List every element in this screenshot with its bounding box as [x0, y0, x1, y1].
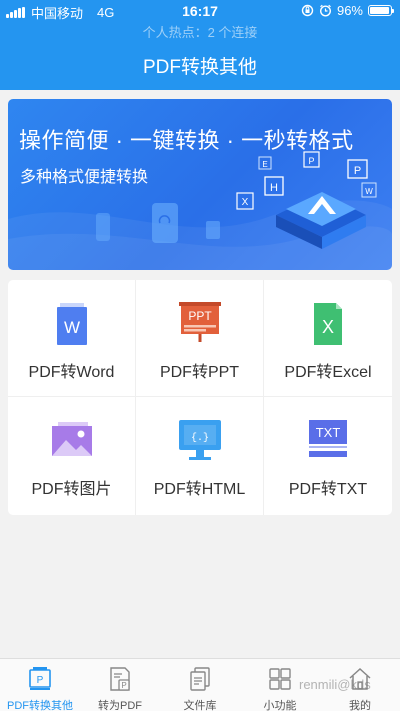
badge-e: E	[258, 156, 272, 170]
tab-label: PDF转换其他	[7, 700, 73, 711]
badge-w-letter: W	[365, 187, 373, 196]
badge-w: W	[361, 182, 377, 198]
tool-pdf-to-excel[interactable]: X PDF转Excel	[264, 280, 392, 397]
app-header: 中国移动 4G 16:17 96% 个人热点：2 个连接 PDF转换其他	[0, 0, 400, 90]
badge-x-letter: X	[242, 197, 249, 208]
battery-icon	[368, 5, 394, 16]
banner-title: 操作简便 · 一键转换 · 一秒转格式	[19, 128, 354, 153]
tool-label: PDF转HTML	[153, 481, 246, 498]
txt-glyph: TXT	[316, 425, 341, 440]
convert-tools-grid: W PDF转Word PPT PDF转PPT X PDF转Excel PDF转图…	[8, 280, 392, 515]
pdf-convert-icon: P	[29, 667, 51, 690]
badge-e-letter: E	[262, 160, 267, 169]
phone-icon	[152, 203, 178, 243]
tool-label: PDF转TXT	[288, 481, 368, 498]
ppt-board-icon: PPT	[178, 302, 221, 342]
tab-label: 我的	[349, 700, 371, 711]
alarm-icon	[319, 4, 331, 17]
tool-label: PDF转Word	[28, 364, 115, 381]
tool-pdf-to-word[interactable]: W PDF转Word	[8, 280, 136, 397]
txt-doc-icon: TXT	[309, 420, 347, 457]
tab-label: 小功能	[263, 700, 297, 711]
tool-pdf-to-image[interactable]: PDF转图片	[8, 397, 136, 515]
badge-h-letter: H	[270, 182, 278, 194]
promo-banner[interactable]: E P H P X W 操作简便 · 一键转换 · 一秒转格式 多种格式便捷转换	[8, 99, 392, 270]
tab-to-pdf[interactable]: P 转为PDF	[80, 659, 160, 711]
ppt-glyph: PPT	[188, 309, 212, 323]
grid-tools-icon	[269, 668, 291, 690]
image-icon	[51, 422, 92, 456]
badge-h: H	[264, 176, 284, 196]
tool-pdf-to-html[interactable]: {.} PDF转HTML	[136, 397, 264, 515]
tool-label: PDF转图片	[31, 481, 112, 498]
battery-percent: 96%	[336, 3, 363, 18]
status-bar: 中国移动 4G 16:17 96%	[0, 0, 400, 22]
file-library-icon	[190, 667, 210, 691]
battery-level	[370, 7, 390, 14]
small-phone-icon	[96, 213, 110, 241]
html-glyph: {.}	[190, 432, 208, 444]
html-monitor-icon: {.}	[178, 420, 221, 460]
rotation-lock-icon	[301, 4, 314, 17]
tool-label: PDF转PPT	[159, 364, 240, 381]
badge-p1-letter: P	[308, 156, 314, 166]
page-title: PDF转换其他	[142, 57, 257, 78]
word-doc-icon: W	[56, 303, 87, 345]
word-glyph: W	[63, 318, 79, 337]
badge-p2: P	[347, 159, 368, 179]
banner-subtitle: 多种格式便捷转换	[20, 169, 149, 186]
tab-file-library[interactable]: 文件库	[160, 659, 240, 711]
tool-label: PDF转Excel	[284, 364, 372, 381]
tab-pdf-convert-other[interactable]: P PDF转换其他	[0, 659, 80, 711]
to-pdf-icon: P	[110, 667, 130, 691]
tab-label: 转为PDF	[98, 700, 142, 711]
badge-x: X	[236, 192, 254, 210]
hotspot-banner[interactable]: 个人热点：2 个连接	[0, 22, 400, 41]
tool-pdf-to-txt[interactable]: TXT PDF转TXT	[264, 397, 392, 515]
watermark: renmili@kds	[299, 677, 371, 692]
tool-pdf-to-ppt[interactable]: PPT PDF转PPT	[136, 280, 264, 397]
excel-glyph: X	[322, 317, 334, 337]
badge-p2-letter: P	[354, 165, 361, 177]
tab-label: 文件库	[183, 700, 217, 711]
tab-pdf-glyph: P	[37, 675, 44, 686]
status-right: 96%	[301, 3, 394, 18]
tab-to-pdf-glyph: P	[121, 681, 126, 690]
excel-doc-icon: X	[314, 303, 342, 345]
tablet-icon	[206, 221, 220, 239]
